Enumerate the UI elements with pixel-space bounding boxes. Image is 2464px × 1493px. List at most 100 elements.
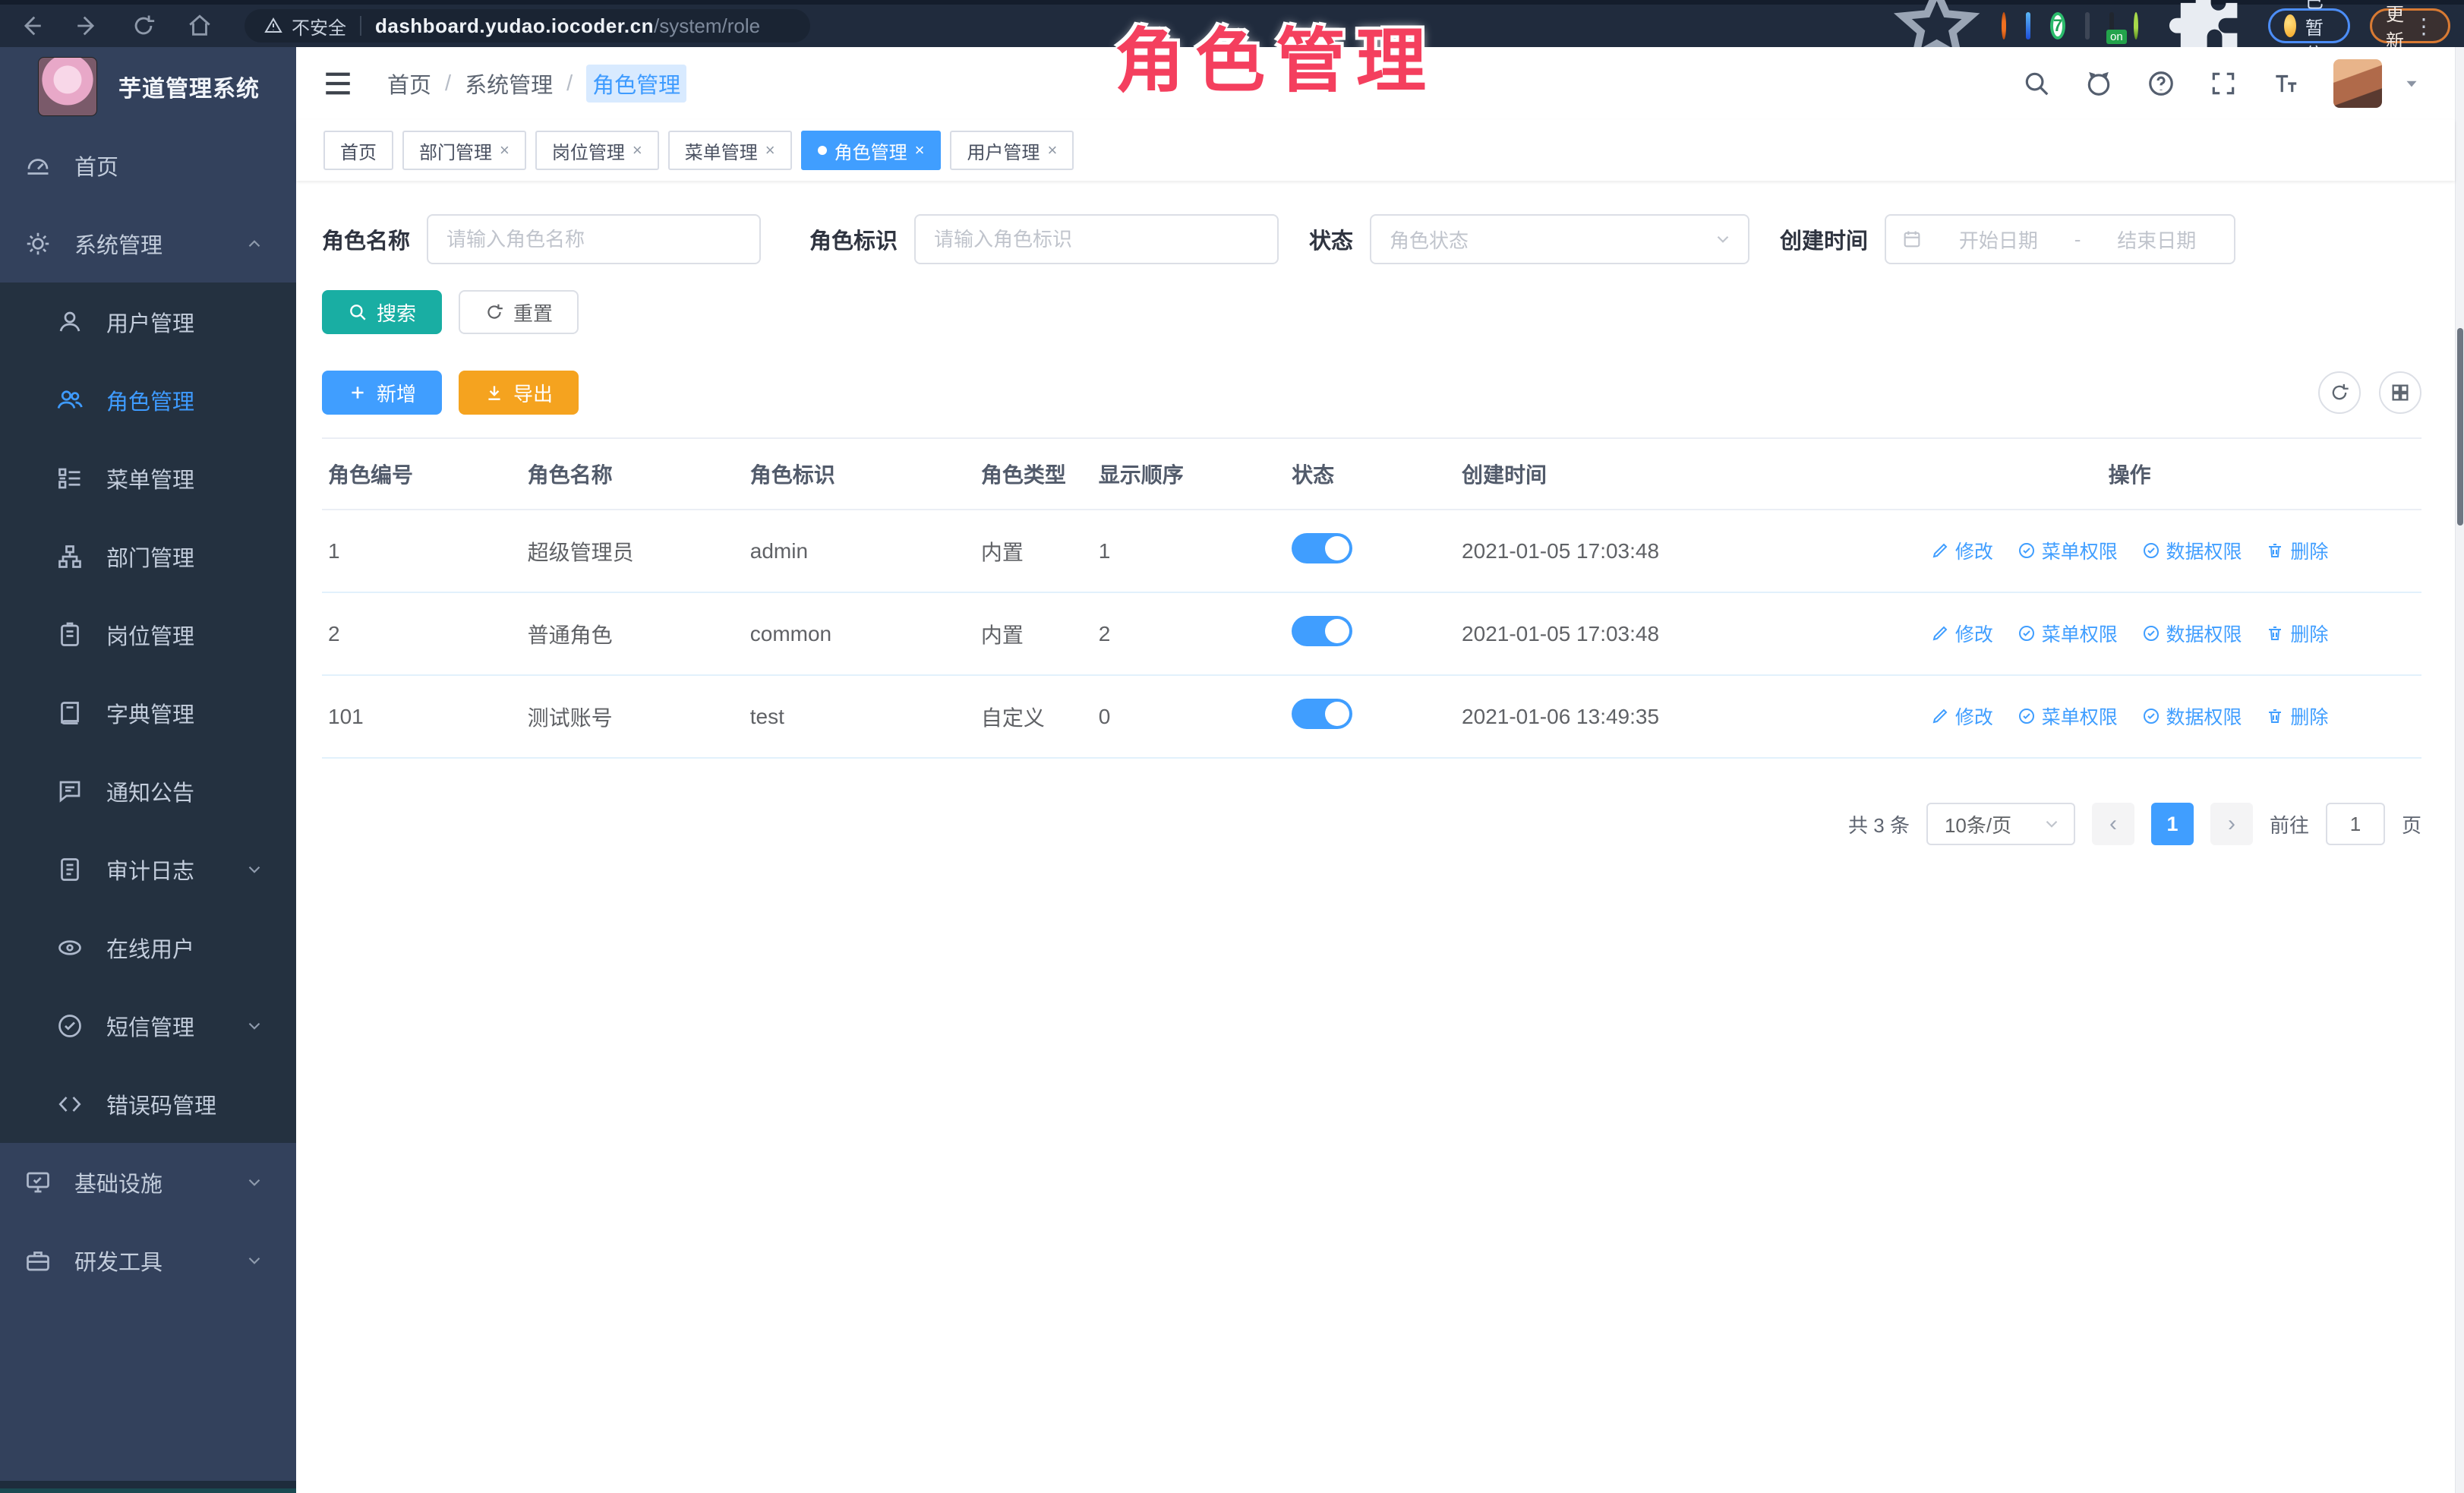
tab-close-icon[interactable]: × [500, 140, 510, 160]
browser-reload-icon[interactable] [131, 13, 156, 39]
cell-sort: 1 [1093, 510, 1286, 592]
tab-roles-active[interactable]: 角色管理× [801, 131, 942, 170]
sidebar-item-dictionary[interactable]: 字典管理 [0, 674, 296, 752]
annotation-overlay-title: 角色管理 [1115, 5, 1437, 106]
profile-paused-chip[interactable]: 已暂停 [2268, 8, 2350, 43]
menu-permission-label: 菜单权限 [2042, 537, 2118, 564]
menu-permission-label: 菜单权限 [2042, 620, 2118, 647]
sidebar-item-sms[interactable]: 短信管理 [0, 986, 296, 1065]
sidebar-item-menus[interactable]: 菜单管理 [0, 439, 296, 517]
sidebar-item-label: 菜单管理 [106, 462, 194, 494]
extension-icon-blue-gem[interactable] [2026, 12, 2030, 39]
caret-down-icon[interactable] [2402, 74, 2421, 93]
sidebar-toggle-icon[interactable] [322, 68, 354, 99]
tab-users[interactable]: 用户管理× [950, 131, 1074, 170]
tab-posts[interactable]: 岗位管理× [535, 131, 659, 170]
breadcrumb-home[interactable]: 首页 [387, 68, 431, 99]
scrollbar-thumb[interactable] [2457, 328, 2463, 526]
circle-check-icon [2142, 541, 2160, 560]
menu-permission-link[interactable]: 菜单权限 [2018, 620, 2118, 647]
next-page-button[interactable]: › [2210, 803, 2253, 845]
status-toggle-on[interactable] [1292, 699, 1352, 729]
delete-link[interactable]: 删除 [2266, 620, 2328, 647]
sidebar-item-system[interactable]: 系统管理 [0, 204, 296, 283]
tab-close-icon[interactable]: × [765, 140, 775, 160]
browser-forward-icon[interactable] [74, 13, 100, 39]
github-icon[interactable] [2084, 69, 2113, 98]
browser-back-icon[interactable] [18, 13, 44, 39]
browser-update-button[interactable]: 更新 ⋮ [2370, 8, 2450, 43]
sidebar-item-error-codes[interactable]: 错误码管理 [0, 1065, 296, 1143]
sidebar-item-users[interactable]: 用户管理 [0, 283, 296, 361]
font-size-icon[interactable] [2271, 69, 2300, 98]
extension-icon-orange[interactable] [2002, 12, 2006, 39]
tab-home[interactable]: 首页 [323, 131, 393, 170]
help-icon[interactable] [2147, 69, 2175, 98]
plus-icon [348, 383, 368, 402]
page-size-select[interactable]: 10条/页 [1926, 803, 2075, 845]
prev-page-button[interactable]: ‹ [2092, 803, 2134, 845]
sidebar-item-dev-tools[interactable]: 研发工具 [0, 1221, 296, 1299]
tab-close-icon[interactable]: × [915, 140, 925, 160]
trash-icon [2266, 541, 2284, 560]
export-button[interactable]: 导出 [459, 371, 579, 415]
column-settings-button[interactable] [2379, 371, 2421, 414]
user-avatar[interactable] [2333, 59, 2382, 108]
tab-menus[interactable]: 菜单管理× [668, 131, 792, 170]
status-select[interactable]: 角色状态 [1370, 214, 1749, 264]
data-permission-link[interactable]: 数据权限 [2142, 702, 2242, 730]
search-actions-row: 搜索 重置 [322, 290, 2421, 334]
sidebar-item-roles[interactable]: 角色管理 [0, 361, 296, 439]
delete-link[interactable]: 删除 [2266, 702, 2328, 730]
sidebar-item-departments[interactable]: 部门管理 [0, 517, 296, 595]
sidebar-item-infrastructure[interactable]: 基础设施 [0, 1143, 296, 1221]
sidebar-item-home[interactable]: 首页 [0, 126, 296, 204]
sidebar-item-notices[interactable]: 通知公告 [0, 752, 296, 830]
extension-icon-translate[interactable] [2085, 12, 2090, 39]
cell-role-type: 内置 [975, 592, 1093, 675]
role-code-input[interactable] [914, 214, 1279, 264]
data-permission-label: 数据权限 [2166, 537, 2242, 564]
delete-link[interactable]: 删除 [2266, 537, 2328, 564]
breadcrumb-system[interactable]: 系统管理 [465, 68, 553, 99]
reset-button-label: 重置 [513, 298, 553, 327]
badge-icon [56, 621, 84, 649]
current-page-button[interactable]: 1 [2151, 803, 2194, 845]
search-icon[interactable] [2022, 69, 2051, 98]
status-toggle-on[interactable] [1292, 533, 1352, 563]
refresh-table-button[interactable] [2318, 371, 2361, 414]
menu-permission-link[interactable]: 菜单权限 [2018, 702, 2118, 730]
address-bar[interactable]: 不安全 dashboard.yudao.iocoder.cn /system/r… [245, 9, 810, 43]
active-tab-dot [818, 146, 827, 155]
sidebar-item-label: 角色管理 [106, 384, 194, 416]
extension-icon-switch[interactable] [2109, 12, 2114, 39]
browser-menu-icon[interactable]: ⋮ [2413, 14, 2434, 39]
goto-page-input[interactable] [2326, 803, 2385, 845]
edit-link[interactable]: 修改 [1931, 702, 1993, 730]
tab-departments[interactable]: 部门管理× [402, 131, 526, 170]
add-button[interactable]: 新增 [322, 371, 442, 415]
extension-icon-green-bot[interactable] [2134, 12, 2138, 39]
browser-home-icon[interactable] [187, 13, 213, 39]
menu-permission-link[interactable]: 菜单权限 [2018, 537, 2118, 564]
end-date-placeholder: 结束日期 [2094, 226, 2219, 254]
reset-button[interactable]: 重置 [459, 290, 579, 334]
tab-close-icon[interactable]: × [1047, 140, 1057, 160]
tab-close-icon[interactable]: × [633, 140, 642, 160]
edit-link[interactable]: 修改 [1931, 620, 1993, 647]
date-range-picker[interactable]: 开始日期 - 结束日期 [1885, 214, 2235, 264]
data-permission-link[interactable]: 数据权限 [2142, 537, 2242, 564]
col-sort: 显示顺序 [1093, 438, 1286, 510]
fullscreen-icon[interactable] [2209, 69, 2238, 98]
search-button[interactable]: 搜索 [322, 290, 442, 334]
status-toggle-on[interactable] [1292, 616, 1352, 646]
pagination-total: 共 3 条 [1848, 810, 1910, 838]
edit-link[interactable]: 修改 [1931, 537, 1993, 564]
extension-icon-green-v[interactable]: 7 [2050, 12, 2065, 39]
sidebar-item-posts[interactable]: 岗位管理 [0, 595, 296, 674]
role-name-input[interactable] [427, 214, 761, 264]
table-row: 101 测试账号 test 自定义 0 2021-01-06 13:49:35 … [322, 675, 2421, 758]
sidebar-item-online-users[interactable]: 在线用户 [0, 908, 296, 986]
sidebar-item-audit-log[interactable]: 审计日志 [0, 830, 296, 908]
data-permission-link[interactable]: 数据权限 [2142, 620, 2242, 647]
